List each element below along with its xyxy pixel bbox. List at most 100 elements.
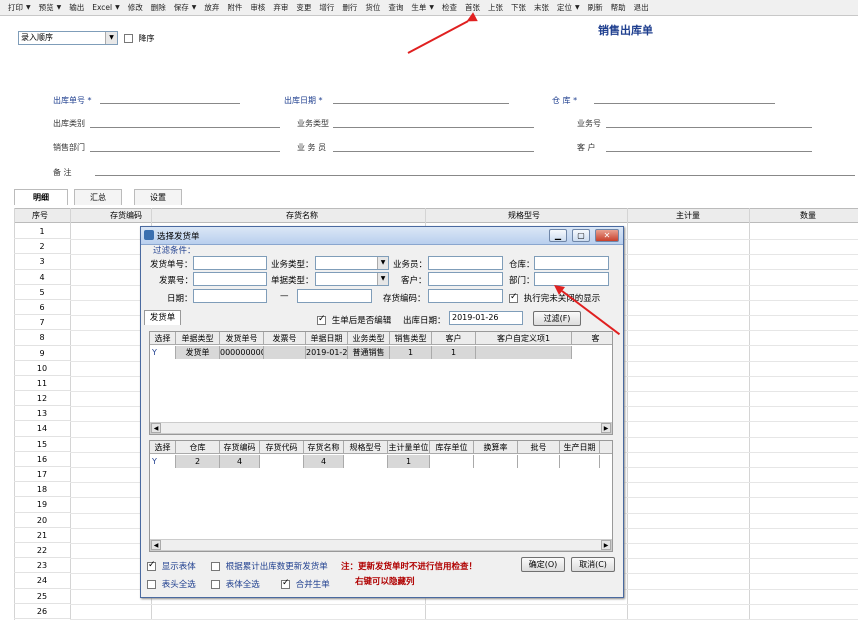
toolbar-item[interactable]: 预览 ▼ [35, 0, 66, 16]
chevron-down-icon[interactable]: ▼ [575, 0, 580, 16]
column-header[interactable]: 业务类型 [348, 332, 390, 345]
toolbar-item[interactable]: 刷新 [584, 0, 607, 16]
tab-detail[interactable]: 明细 [14, 189, 68, 205]
column-header[interactable]: 发货单号 [220, 332, 264, 345]
inv-code-input[interactable] [428, 289, 503, 303]
select-all-head-checkbox[interactable] [147, 580, 156, 589]
descending-checkbox[interactable] [124, 34, 133, 43]
biz-type-field[interactable] [333, 127, 534, 128]
warehouse-field[interactable] [594, 103, 775, 104]
column-header[interactable]: 存货名称 [304, 441, 344, 454]
sort-order-select[interactable]: 录入顺序 ▼ [18, 31, 118, 45]
column-header[interactable]: 主计量单位 [388, 441, 430, 454]
toolbar-item[interactable]: 审核 [246, 0, 269, 16]
toolbar-item[interactable]: 查询 [384, 0, 407, 16]
doc-type-select[interactable]: ▼ [315, 272, 389, 286]
toolbar-item[interactable]: Excel ▼ [88, 0, 124, 16]
horizontal-scrollbar[interactable]: ◀ ▶ [150, 539, 612, 551]
dialog-title-bar[interactable]: 选择发货单 ▁ ▢ ✕ [141, 227, 623, 245]
filter-button[interactable]: 过滤(F) [533, 311, 581, 326]
toolbar-item[interactable]: 帮助 [607, 0, 630, 16]
select-all-body-option[interactable]: 表体全选 [211, 578, 260, 590]
column-header[interactable]: 单据类型 [176, 332, 220, 345]
out-date-field[interactable] [333, 103, 509, 104]
descending-option[interactable]: 降序 [124, 33, 155, 44]
scroll-right-icon[interactable]: ▶ [601, 540, 611, 550]
toolbar-item[interactable]: 增行 [315, 0, 338, 16]
chevron-down-icon[interactable]: ▼ [192, 0, 197, 16]
remark-field[interactable] [95, 175, 855, 176]
date-to-input[interactable] [297, 289, 372, 303]
scroll-left-icon[interactable]: ◀ [151, 423, 161, 433]
horizontal-scrollbar[interactable]: ◀ ▶ [150, 422, 612, 434]
column-header[interactable]: 批号 [518, 441, 560, 454]
out-type-field[interactable] [90, 127, 280, 128]
out-date-input[interactable]: 2019-01-26 [449, 311, 523, 325]
show-closed-option[interactable]: 执行完未关闭的显示 [509, 292, 600, 304]
biz-type-select[interactable]: ▼ [315, 256, 389, 270]
show-body-checkbox[interactable] [147, 560, 156, 571]
close-button[interactable]: ✕ [595, 229, 619, 242]
table-row[interactable]: Y2441 [150, 455, 612, 468]
chevron-down-icon[interactable]: ▼ [115, 0, 120, 16]
doc-no-input[interactable] [193, 256, 267, 270]
clerk-field[interactable] [333, 151, 534, 152]
chevron-down-icon[interactable]: ▼ [57, 0, 62, 16]
dept-field[interactable] [90, 151, 280, 152]
scroll-left-icon[interactable]: ◀ [151, 540, 161, 550]
customer-input[interactable] [428, 272, 503, 286]
toolbar-item[interactable]: 生单 ▼ [407, 0, 438, 16]
show-body-option[interactable]: 显示表体 [147, 560, 196, 572]
invoice-no-input[interactable] [193, 272, 267, 286]
toolbar-item[interactable]: 删行 [338, 0, 361, 16]
ok-button[interactable]: 确定(O) [521, 557, 565, 572]
column-header[interactable]: 销售类型 [390, 332, 432, 345]
scroll-right-icon[interactable]: ▶ [601, 423, 611, 433]
gen-edit-checkbox[interactable] [317, 314, 326, 325]
column-header[interactable]: 规格型号 [344, 441, 388, 454]
merge-gen-option[interactable]: 合并生单 [281, 578, 330, 590]
toolbar-item[interactable]: 上张 [484, 0, 507, 16]
select-all-body-checkbox[interactable] [211, 580, 220, 589]
tab-settings[interactable]: 设置 [134, 189, 182, 205]
merge-gen-checkbox[interactable] [281, 578, 290, 589]
column-header[interactable]: 选择 [150, 332, 176, 345]
column-header[interactable]: 库存单位 [430, 441, 474, 454]
by-cumulative-option[interactable]: 根据累计出库数更新发货单 [211, 560, 328, 572]
column-header[interactable]: 客 [572, 332, 612, 345]
column-header[interactable]: 存货编码 [220, 441, 260, 454]
column-header[interactable]: 发票号 [264, 332, 306, 345]
toolbar-item[interactable]: 删除 [147, 0, 170, 16]
maximize-button[interactable]: ▢ [572, 229, 590, 242]
column-header[interactable]: 单据日期 [306, 332, 348, 345]
chevron-down-icon[interactable]: ▼ [429, 0, 434, 16]
show-closed-checkbox[interactable] [509, 292, 518, 303]
column-header[interactable]: 换算率 [474, 441, 518, 454]
toolbar-item[interactable]: 弃审 [269, 0, 292, 16]
toolbar-item[interactable]: 定位 ▼ [553, 0, 584, 16]
cancel-button[interactable]: 取消(C) [571, 557, 615, 572]
chevron-down-icon[interactable]: ▼ [26, 0, 31, 16]
column-header[interactable]: 客户 [432, 332, 476, 345]
gen-edit-option[interactable]: 生单后是否编辑 [317, 314, 391, 326]
toolbar-item[interactable]: 放弃 [200, 0, 223, 16]
tab-summary[interactable]: 汇总 [74, 189, 122, 205]
toolbar-item[interactable]: 末张 [530, 0, 553, 16]
toolbar-item[interactable]: 保存 ▼ [170, 0, 201, 16]
warehouse-input[interactable] [534, 256, 609, 270]
toolbar-item[interactable]: 修改 [124, 0, 147, 16]
minimize-button[interactable]: ▁ [549, 229, 567, 242]
tab-delivery[interactable]: 发货单 [144, 310, 181, 325]
toolbar-item[interactable]: 退出 [630, 0, 653, 16]
toolbar-item[interactable]: 附件 [223, 0, 246, 16]
toolbar-item[interactable]: 货位 [361, 0, 384, 16]
column-header[interactable]: 选择 [150, 441, 176, 454]
column-header[interactable]: 生产日期 [560, 441, 600, 454]
dept-input[interactable] [534, 272, 609, 286]
toolbar-item[interactable]: 变更 [292, 0, 315, 16]
table-row[interactable] [70, 603, 858, 605]
toolbar-item[interactable]: 检查 [438, 0, 461, 16]
select-all-head-option[interactable]: 表头全选 [147, 578, 196, 590]
toolbar-item[interactable]: 输出 [65, 0, 88, 16]
clerk-input[interactable] [428, 256, 503, 270]
